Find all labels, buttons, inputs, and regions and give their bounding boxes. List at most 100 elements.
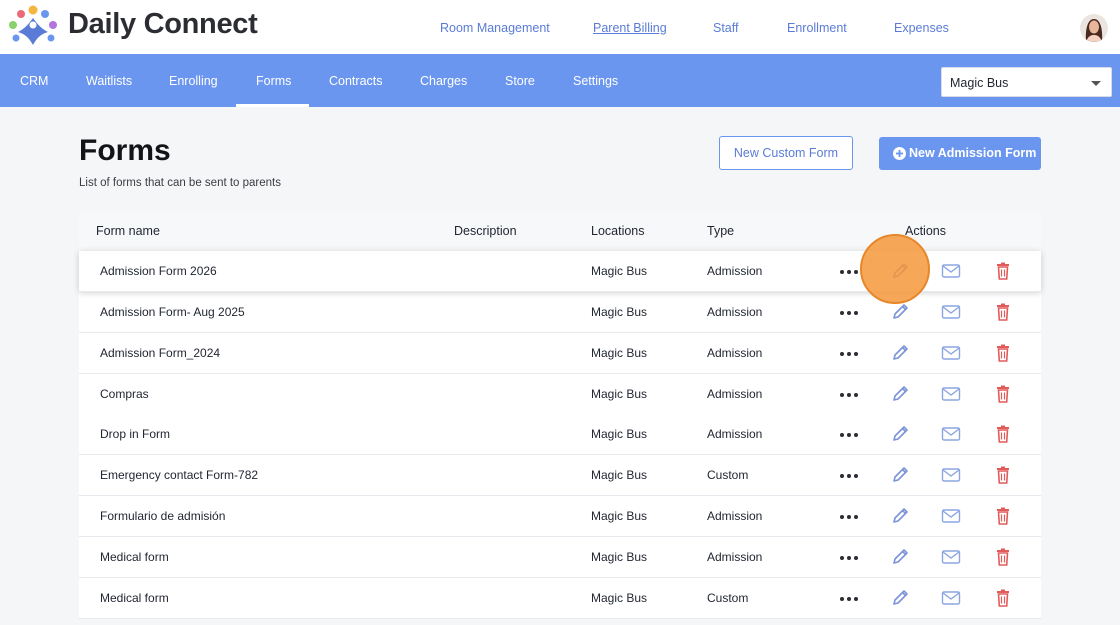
location-select-value: Magic Bus bbox=[950, 76, 1009, 90]
form-name-cell[interactable]: Compras bbox=[100, 387, 149, 402]
type-cell: Admission bbox=[707, 550, 763, 564]
form-name-cell[interactable]: Admission Form 2026 bbox=[100, 264, 217, 279]
column-actions: Actions bbox=[905, 224, 946, 238]
location-select[interactable]: Magic Bus bbox=[941, 67, 1112, 97]
envelope-icon[interactable] bbox=[941, 425, 961, 443]
envelope-icon[interactable] bbox=[941, 548, 961, 566]
envelope-icon[interactable] bbox=[941, 507, 961, 525]
table-row[interactable]: Emergency contact Form-782 Magic Bus Cus… bbox=[79, 455, 1041, 496]
nav-room-management[interactable]: Room Management bbox=[440, 20, 550, 36]
more-dots-icon[interactable] bbox=[840, 393, 858, 397]
subnav-forms[interactable]: Forms bbox=[256, 73, 291, 89]
form-name-cell[interactable]: Admission Form- Aug 2025 bbox=[100, 305, 245, 320]
location-cell: Magic Bus bbox=[591, 387, 648, 401]
trash-icon[interactable] bbox=[993, 466, 1013, 484]
trash-icon[interactable] bbox=[993, 344, 1013, 362]
more-dots-icon[interactable] bbox=[840, 433, 858, 437]
column-form-name[interactable]: Form name bbox=[96, 223, 160, 239]
subnav-store[interactable]: Store bbox=[505, 73, 535, 89]
more-dots-icon[interactable] bbox=[840, 556, 858, 560]
nav-staff[interactable]: Staff bbox=[713, 20, 738, 36]
more-dots-icon[interactable] bbox=[840, 474, 858, 478]
more-dots-icon[interactable] bbox=[840, 597, 858, 601]
location-cell: Magic Bus bbox=[591, 550, 648, 564]
pencil-edit-icon[interactable] bbox=[890, 548, 910, 566]
trash-icon[interactable] bbox=[993, 507, 1013, 525]
type-cell: Custom bbox=[707, 591, 749, 605]
user-avatar[interactable] bbox=[1080, 14, 1108, 42]
type-cell: Admission bbox=[707, 346, 763, 360]
trash-icon[interactable] bbox=[993, 425, 1013, 443]
table-row[interactable]: Admission Form_2024 Magic Bus Admission bbox=[79, 333, 1041, 374]
nav-enrollment[interactable]: Enrollment bbox=[787, 20, 847, 36]
trash-icon[interactable] bbox=[993, 262, 1013, 280]
subnav-contracts[interactable]: Contracts bbox=[329, 73, 383, 89]
form-name-cell[interactable]: Emergency contact Form-782 bbox=[100, 468, 258, 483]
table-row[interactable]: Medical form Magic Bus Custom bbox=[79, 578, 1041, 619]
type-cell: Admission bbox=[707, 427, 763, 441]
page-subtitle: List of forms that can be sent to parent… bbox=[79, 177, 281, 189]
more-dots-icon[interactable] bbox=[840, 311, 858, 315]
trash-icon[interactable] bbox=[993, 589, 1013, 607]
column-description[interactable]: Description bbox=[454, 223, 517, 239]
new-admission-form-button[interactable]: New Admission Form bbox=[879, 137, 1041, 170]
subnav-crm[interactable]: CRM bbox=[20, 73, 48, 89]
envelope-icon[interactable] bbox=[941, 344, 961, 362]
nav-expenses[interactable]: Expenses bbox=[894, 20, 949, 36]
location-cell: Magic Bus bbox=[591, 591, 648, 605]
table-row[interactable]: Compras Magic Bus Admission bbox=[79, 374, 1041, 415]
new-admission-form-label: New Admission Form bbox=[909, 146, 1037, 160]
table-row[interactable]: Medical form Magic Bus Admission bbox=[79, 537, 1041, 578]
pencil-edit-icon[interactable] bbox=[890, 466, 910, 484]
pencil-edit-icon[interactable] bbox=[890, 303, 910, 321]
column-locations[interactable]: Locations bbox=[591, 223, 645, 239]
pencil-edit-icon[interactable] bbox=[890, 507, 910, 525]
location-cell: Magic Bus bbox=[591, 305, 648, 319]
type-cell: Admission bbox=[707, 509, 763, 523]
brand-name: Daily Connect bbox=[68, 8, 258, 40]
envelope-icon[interactable] bbox=[941, 385, 961, 403]
form-name-cell[interactable]: Medical form bbox=[100, 591, 169, 606]
table-row[interactable]: Drop in Form Magic Bus Admission bbox=[79, 414, 1041, 455]
form-name-cell[interactable]: Admission Form_2024 bbox=[100, 346, 220, 361]
nav-parent-billing[interactable]: Parent Billing bbox=[593, 20, 667, 36]
trash-icon[interactable] bbox=[993, 303, 1013, 321]
envelope-icon[interactable] bbox=[941, 466, 961, 484]
daily-connect-logo-icon[interactable] bbox=[8, 5, 58, 47]
column-type[interactable]: Type bbox=[707, 223, 734, 239]
subnav-waitlists[interactable]: Waitlists bbox=[86, 73, 132, 89]
table-row[interactable]: Formulario de admisión Magic Bus Admissi… bbox=[79, 496, 1041, 537]
envelope-icon[interactable] bbox=[941, 589, 961, 607]
subnav-settings[interactable]: Settings bbox=[573, 73, 618, 89]
form-name-cell[interactable]: Formulario de admisión bbox=[100, 509, 225, 524]
location-cell: Magic Bus bbox=[591, 264, 648, 278]
page-title: Forms bbox=[79, 134, 171, 167]
pencil-edit-icon[interactable] bbox=[890, 385, 910, 403]
location-cell: Magic Bus bbox=[591, 346, 648, 360]
envelope-icon[interactable] bbox=[941, 262, 961, 280]
more-dots-icon[interactable] bbox=[840, 270, 858, 274]
trash-icon[interactable] bbox=[993, 548, 1013, 566]
form-name-cell[interactable]: Drop in Form bbox=[100, 427, 170, 442]
chevron-down-icon bbox=[1091, 81, 1101, 86]
more-dots-icon[interactable] bbox=[840, 515, 858, 519]
pencil-edit-icon[interactable] bbox=[890, 425, 910, 443]
click-highlight-marker bbox=[860, 234, 930, 304]
location-cell: Magic Bus bbox=[591, 468, 648, 482]
more-dots-icon[interactable] bbox=[840, 352, 858, 356]
top-header: Daily Connect Room Management Parent Bil… bbox=[0, 0, 1120, 54]
type-cell: Admission bbox=[707, 305, 763, 319]
type-cell: Admission bbox=[707, 264, 763, 278]
pencil-edit-icon[interactable] bbox=[890, 344, 910, 362]
plus-circle-icon bbox=[893, 147, 906, 160]
subnav-charges[interactable]: Charges bbox=[420, 73, 467, 89]
form-name-cell[interactable]: Medical form bbox=[100, 550, 169, 565]
trash-icon[interactable] bbox=[993, 385, 1013, 403]
subnav-enrolling[interactable]: Enrolling bbox=[169, 73, 218, 89]
location-cell: Magic Bus bbox=[591, 509, 648, 523]
envelope-icon[interactable] bbox=[941, 303, 961, 321]
location-cell: Magic Bus bbox=[591, 427, 648, 441]
type-cell: Admission bbox=[707, 387, 763, 401]
new-custom-form-button[interactable]: New Custom Form bbox=[719, 136, 853, 170]
pencil-edit-icon[interactable] bbox=[890, 589, 910, 607]
